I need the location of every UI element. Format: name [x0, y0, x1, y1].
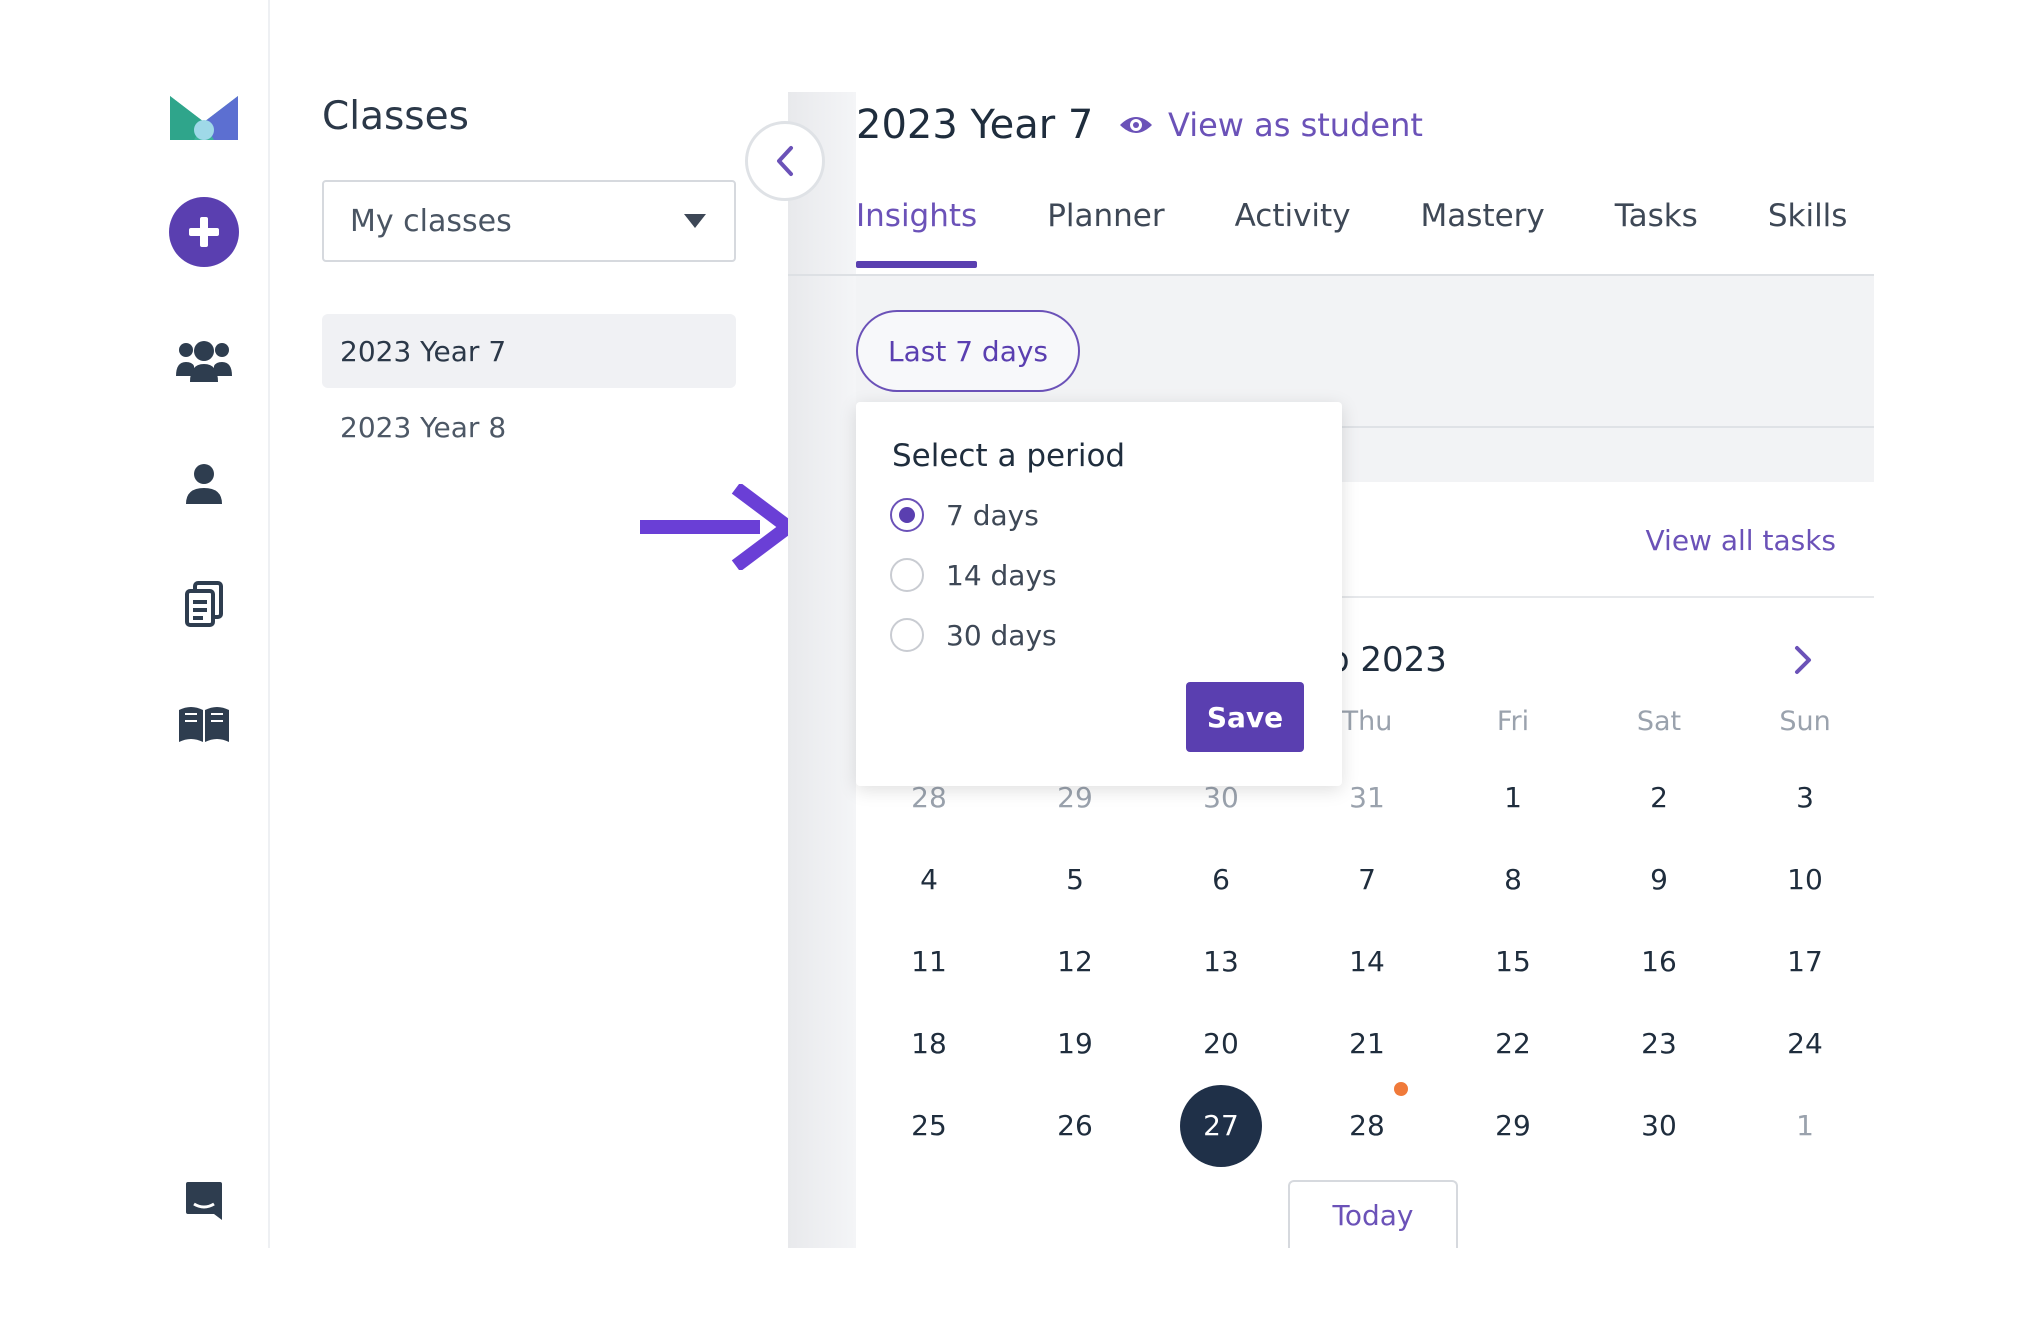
- calendar-day[interactable]: 23: [1586, 1024, 1732, 1064]
- calendar-day[interactable]: 17: [1732, 942, 1878, 982]
- period-option-7-days[interactable]: 7 days: [890, 498, 1039, 532]
- calendar-day[interactable]: 15: [1440, 942, 1586, 982]
- weekday-header: Fri: [1496, 706, 1530, 737]
- tab-skills[interactable]: Skills: [1768, 198, 1848, 268]
- calendar-day[interactable]: 10: [1732, 860, 1878, 900]
- calendar-day[interactable]: 24: [1732, 1024, 1878, 1064]
- calendar-day[interactable]: 11: [856, 942, 1002, 982]
- app-logo-icon[interactable]: [166, 80, 242, 156]
- view-as-student-label: View as student: [1168, 106, 1423, 144]
- calendar-month-label: p 2023: [1328, 640, 1447, 680]
- calendar-day[interactable]: 19: [1002, 1024, 1148, 1064]
- calendar-day[interactable]: 25: [856, 1106, 1002, 1146]
- arrow-right-icon: [640, 482, 800, 574]
- calendar-day[interactable]: 8: [1440, 860, 1586, 900]
- calendar-day[interactable]: 12: [1002, 942, 1148, 982]
- radio-button[interactable]: [890, 498, 924, 532]
- period-option-label: 7 days: [946, 498, 1039, 532]
- calendar-day[interactable]: 18: [856, 1024, 1002, 1064]
- eye-icon: [1120, 117, 1152, 133]
- classes-group-icon[interactable]: [166, 324, 242, 400]
- class-item-label: 2023 Year 8: [340, 410, 507, 444]
- icon-rail: [0, 0, 270, 1248]
- calendar-day[interactable]: 4: [856, 860, 1002, 900]
- calendar-day[interactable]: 14: [1294, 942, 1440, 982]
- add-icon[interactable]: [166, 194, 242, 270]
- next-month-button[interactable]: [1792, 644, 1814, 680]
- calendar-day[interactable]: 26: [1002, 1106, 1148, 1146]
- calendar-day[interactable]: 20: [1148, 1024, 1294, 1064]
- calendar-day[interactable]: 29: [1440, 1106, 1586, 1146]
- calendar-day[interactable]: 9: [1586, 860, 1732, 900]
- calendar-day[interactable]: 21: [1294, 1024, 1440, 1064]
- chevron-right-icon: [1795, 646, 1811, 674]
- popover-title: Select a period: [892, 438, 1126, 474]
- calendar-day[interactable]: 22: [1440, 1024, 1586, 1064]
- calendar-day[interactable]: 13: [1148, 942, 1294, 982]
- calendar-day[interactable]: 16: [1586, 942, 1732, 982]
- classes-panel: Classes My classes 2023 Year 7 2023 Year…: [272, 0, 788, 1248]
- page-title: 2023 Year 7: [856, 102, 1094, 148]
- library-book-icon[interactable]: [166, 686, 242, 762]
- classes-title: Classes: [322, 94, 469, 139]
- period-option-label: 14 days: [946, 558, 1057, 592]
- calendar-day[interactable]: 1: [1440, 778, 1586, 818]
- main-gutter: [788, 92, 856, 1248]
- calendar-day[interactable]: 5: [1002, 860, 1148, 900]
- radio-button[interactable]: [890, 558, 924, 592]
- tasks-document-icon[interactable]: [166, 566, 242, 642]
- class-filter-value: My classes: [350, 203, 512, 239]
- period-popover: Select a period 7 days 14 days 30 days S…: [856, 402, 1342, 786]
- weekday-header: Sat: [1636, 706, 1682, 737]
- calendar-day[interactable]: 30: [1586, 1106, 1732, 1146]
- chevron-down-icon: [684, 214, 706, 228]
- student-icon[interactable]: [166, 446, 242, 522]
- collapse-panel-button[interactable]: [745, 121, 825, 201]
- tab-activity[interactable]: Activity: [1235, 198, 1351, 268]
- calendar-day[interactable]: 2: [1586, 778, 1732, 818]
- event-dot: [1394, 1082, 1408, 1096]
- view-as-student-link[interactable]: View as student: [1118, 106, 1423, 144]
- save-button[interactable]: Save: [1186, 682, 1304, 752]
- calendar-day[interactable]: 6: [1148, 860, 1294, 900]
- view-all-tasks-link[interactable]: View all tasks: [1646, 524, 1837, 557]
- period-option-label: 30 days: [946, 618, 1057, 652]
- tab-mastery[interactable]: Mastery: [1421, 198, 1545, 268]
- class-item-label: 2023 Year 7: [340, 334, 507, 368]
- today-button[interactable]: Today: [1288, 1180, 1458, 1248]
- chat-icon[interactable]: [166, 1164, 242, 1240]
- period-option-14-days[interactable]: 14 days: [890, 558, 1057, 592]
- calendar-day[interactable]: 7: [1294, 860, 1440, 900]
- period-selector-button[interactable]: Last 7 days: [856, 310, 1080, 392]
- class-item-2023-year-8[interactable]: 2023 Year 8: [322, 390, 736, 464]
- weekday-header: Sun: [1779, 706, 1831, 737]
- calendar-day[interactable]: 3: [1732, 778, 1878, 818]
- chevron-left-icon: [777, 146, 793, 176]
- radio-button[interactable]: [890, 618, 924, 652]
- tab-insights[interactable]: Insights: [856, 198, 978, 268]
- calendar-day[interactable]: 1: [1732, 1106, 1878, 1146]
- calendar-day[interactable]: 27: [1148, 1106, 1294, 1146]
- period-option-30-days[interactable]: 30 days: [890, 618, 1057, 652]
- class-item-2023-year-7[interactable]: 2023 Year 7: [322, 314, 736, 388]
- class-filter-select[interactable]: My classes: [322, 180, 736, 262]
- tab-tasks[interactable]: Tasks: [1615, 198, 1698, 268]
- tab-planner[interactable]: Planner: [1047, 198, 1164, 268]
- tab-bar: Insights Planner Activity Mastery Tasks …: [856, 198, 1917, 268]
- calendar-day[interactable]: 28: [1294, 1106, 1440, 1146]
